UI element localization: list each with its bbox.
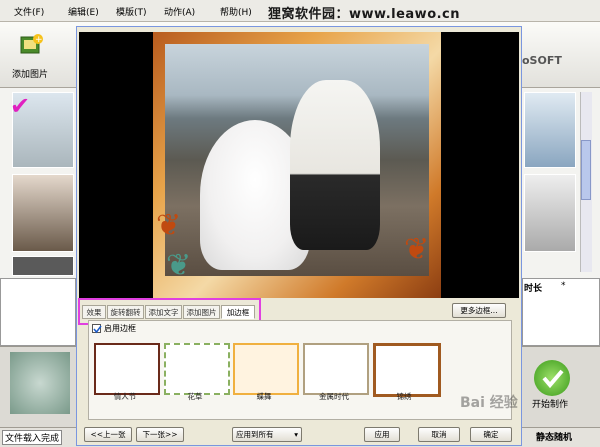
enable-frame-checkbox[interactable]: [92, 324, 102, 334]
frame-label-flowers: 花草: [187, 392, 203, 401]
status-left: 文件载入完成: [2, 430, 63, 445]
menu-edit[interactable]: 编辑(E): [68, 5, 99, 18]
frame-label-brocade: 锦绣: [396, 392, 412, 401]
right-scrollbar-thumb[interactable]: [581, 140, 591, 200]
checkmark-icon: ✔: [10, 92, 31, 120]
more-frames-button[interactable]: 更多边框...: [452, 303, 506, 318]
prev-button[interactable]: <<上一张: [84, 427, 132, 442]
frame-label-metal-age: 金属时代: [319, 392, 349, 401]
add-image-icon[interactable]: +: [18, 32, 44, 58]
frame-option-brocade[interactable]: [373, 343, 441, 397]
butterfly-icon-2: ❦: [166, 248, 192, 283]
butterfly-icon-3: ❦: [404, 232, 430, 267]
menu-action[interactable]: 动作(A): [164, 5, 195, 18]
apply-button[interactable]: 应用: [364, 427, 400, 442]
right-thumbnail-2[interactable]: [524, 174, 576, 252]
frame-option-flowers[interactable]: [164, 343, 230, 395]
star-column-header: *: [561, 281, 566, 291]
frame-option-butterfly[interactable]: [233, 343, 299, 395]
groom-figure: [290, 80, 380, 250]
site-banner: 狸窝软件园：www.leawo.cn: [268, 7, 461, 22]
frame-option-metal-age[interactable]: [303, 343, 369, 395]
frame-label-butterfly: 蝶舞: [256, 392, 272, 401]
status-right: 静态随机: [536, 433, 573, 443]
frame-label-valentine: 情人节: [113, 392, 137, 401]
brand-logo: oSOFT: [522, 54, 562, 67]
svg-text:+: +: [35, 35, 43, 45]
menu-file[interactable]: 文件(F): [14, 5, 44, 18]
butterfly-icon: ❦: [156, 208, 182, 243]
thumbnail-2[interactable]: [12, 174, 74, 252]
watermark: Bai 经验: [460, 395, 518, 411]
next-button[interactable]: 下一张>>: [136, 427, 184, 442]
thumbnail-3[interactable]: [12, 256, 74, 276]
menu-template[interactable]: 模版(T): [116, 5, 147, 18]
preview-thumbnail: [10, 352, 70, 414]
add-image-label[interactable]: 添加图片: [12, 67, 48, 80]
time-column-header: 时长: [524, 284, 543, 294]
right-thumbnail-1[interactable]: [524, 92, 576, 168]
frame-option-valentine[interactable]: [94, 343, 160, 395]
cancel-button[interactable]: 取消: [418, 427, 460, 442]
menu-help[interactable]: 帮助(H): [220, 5, 252, 18]
apply-to-select[interactable]: 应用到所有 ▾: [232, 427, 302, 442]
ok-button[interactable]: 确定: [470, 427, 512, 442]
start-production-label[interactable]: 开始制作: [532, 397, 568, 410]
chevron-down-icon: ▾: [294, 430, 298, 439]
enable-frame-label: 启用边框: [104, 324, 136, 333]
apply-to-select-value: 应用到所有: [236, 430, 274, 439]
start-icon[interactable]: [534, 360, 570, 396]
left-list-panel: [0, 278, 76, 346]
